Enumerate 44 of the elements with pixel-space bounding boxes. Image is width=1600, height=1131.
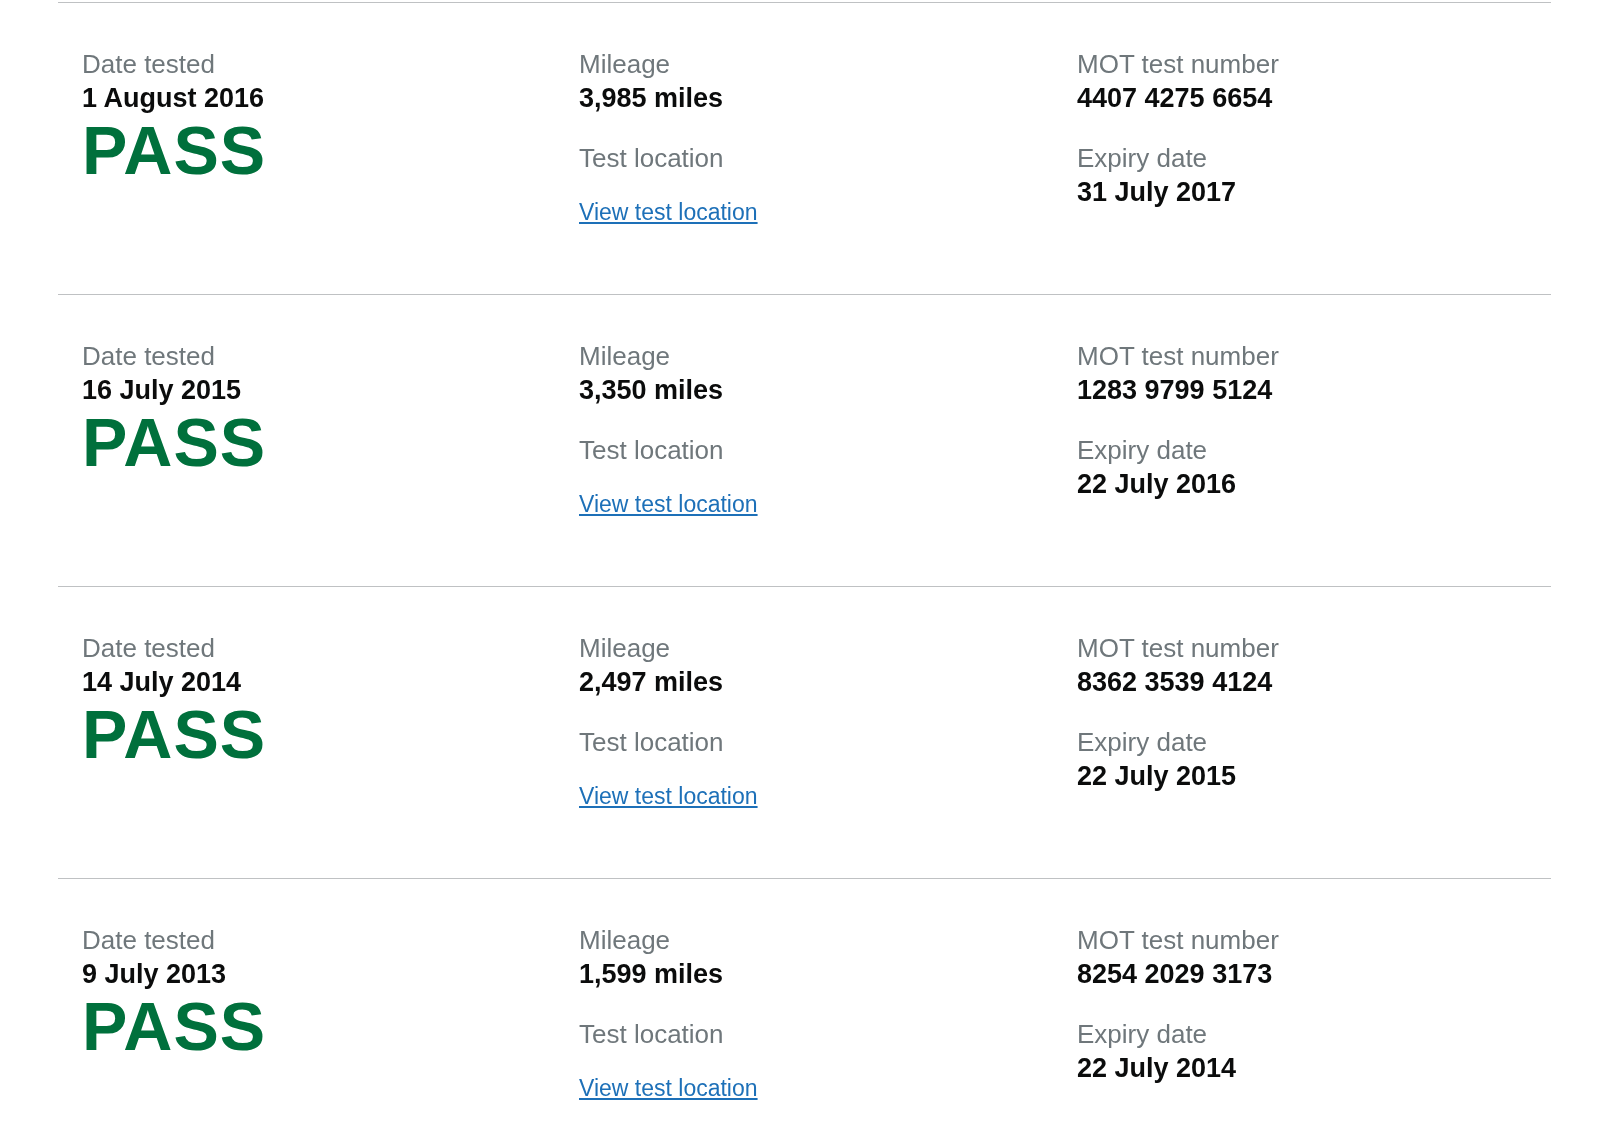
field-label: Date tested bbox=[82, 340, 215, 373]
field-label: Test location bbox=[579, 1018, 724, 1051]
field-value: 4407 4275 6654 bbox=[1077, 82, 1273, 115]
field-label: MOT test number bbox=[1077, 632, 1279, 665]
field-label: Date tested bbox=[82, 924, 215, 957]
field-label: Date tested bbox=[82, 632, 215, 665]
field-value: 2,497 miles bbox=[579, 666, 724, 699]
field-label: Expiry date bbox=[1077, 434, 1208, 467]
field-value: 31 July 2017 bbox=[1077, 176, 1237, 209]
field-label: Mileage bbox=[579, 924, 671, 957]
field-label: Test location bbox=[579, 142, 724, 175]
field-value: 8254 2029 3173 bbox=[1077, 958, 1273, 991]
field-value: 22 July 2015 bbox=[1077, 760, 1237, 793]
field-value: 9 July 2013 bbox=[82, 958, 227, 991]
test-result: PASS bbox=[82, 407, 267, 477]
field-label: Test location bbox=[579, 434, 724, 467]
field-label: Mileage bbox=[579, 48, 671, 81]
test-result: PASS bbox=[82, 699, 267, 769]
field-label: Date tested bbox=[82, 48, 215, 81]
field-label: Expiry date bbox=[1077, 726, 1208, 759]
view-location-link[interactable]: View test location bbox=[579, 1075, 758, 1102]
field-value: 8362 3539 4124 bbox=[1077, 666, 1273, 699]
field-label: Expiry date bbox=[1077, 1018, 1208, 1051]
field-label: Mileage bbox=[579, 340, 671, 373]
view-location-link[interactable]: View test location bbox=[579, 783, 758, 810]
field-label: Test location bbox=[579, 726, 724, 759]
field-label: Expiry date bbox=[1077, 142, 1208, 175]
field-label: Mileage bbox=[579, 632, 671, 665]
test-result: PASS bbox=[82, 115, 267, 185]
view-location-link[interactable]: View test location bbox=[579, 491, 758, 518]
field-label: MOT test number bbox=[1077, 340, 1279, 373]
field-value: 1283 9799 5124 bbox=[1077, 374, 1273, 407]
field-value: 14 July 2014 bbox=[82, 666, 242, 699]
field-value: 1,599 miles bbox=[579, 958, 724, 991]
view-location-link[interactable]: View test location bbox=[579, 199, 758, 226]
field-value: 16 July 2015 bbox=[82, 374, 242, 407]
field-value: 3,985 miles bbox=[579, 82, 724, 115]
field-label: MOT test number bbox=[1077, 924, 1279, 957]
field-value: 22 July 2016 bbox=[1077, 468, 1237, 501]
test-result: PASS bbox=[82, 991, 267, 1061]
field-value: 3,350 miles bbox=[579, 374, 724, 407]
field-value: 22 July 2014 bbox=[1077, 1052, 1237, 1085]
field-value: 1 August 2016 bbox=[82, 82, 265, 115]
field-label: MOT test number bbox=[1077, 48, 1279, 81]
